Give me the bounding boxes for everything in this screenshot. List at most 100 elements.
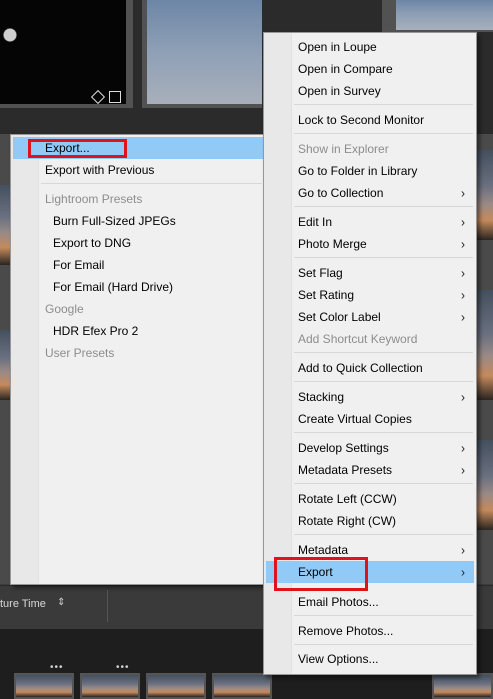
- menu-separator: [41, 183, 262, 184]
- menu-item-metadata[interactable]: Metadata ›: [266, 539, 474, 561]
- menu-item-label: Set Rating: [298, 288, 355, 302]
- photo-thumbnail[interactable]: [477, 440, 493, 530]
- menu-separator: [294, 534, 473, 535]
- chevron-right-icon: ›: [461, 389, 465, 405]
- menu-item-label: User Presets: [45, 346, 115, 360]
- menu-item-label: Show in Explorer: [298, 142, 389, 156]
- menu-item-burn-full-sized-jpegs[interactable]: Burn Full-Sized JPEGs: [13, 210, 263, 232]
- menu-item-rotate-left[interactable]: Rotate Left (CCW): [266, 488, 474, 510]
- chevron-right-icon: ›: [461, 214, 465, 230]
- menu-separator: [294, 257, 473, 258]
- menu-item-label: Remove Photos...: [298, 624, 394, 638]
- menu-item-label: For Email (Hard Drive): [53, 280, 174, 294]
- menu-item-for-email[interactable]: For Email: [13, 254, 263, 276]
- menu-item-set-flag[interactable]: Set Flag ›: [266, 262, 474, 284]
- menu-separator: [294, 104, 473, 105]
- photo-thumbnail[interactable]: [477, 290, 493, 400]
- menu-item-develop-settings[interactable]: Develop Settings ›: [266, 437, 474, 459]
- photo-thumbnail[interactable]: [0, 330, 10, 400]
- chevron-right-icon: ›: [461, 440, 465, 456]
- menu-header-user-presets: User Presets: [13, 342, 263, 364]
- menu-item-export[interactable]: Export...: [13, 137, 263, 159]
- filmstrip-thumbnail[interactable]: [80, 673, 140, 699]
- filmstrip-thumbnail[interactable]: [14, 673, 74, 699]
- menu-separator: [294, 381, 473, 382]
- chevron-right-icon: ›: [461, 462, 465, 478]
- menu-item-label: Burn Full-Sized JPEGs: [53, 214, 176, 228]
- sort-label[interactable]: ture Time: [0, 598, 46, 610]
- photo-thumbnail[interactable]: [477, 150, 493, 240]
- menu-separator: [294, 352, 473, 353]
- edit-badge-icon: [109, 91, 121, 103]
- menu-item-add-shortcut-keyword: Add Shortcut Keyword: [266, 328, 474, 350]
- filmstrip-thumbnail[interactable]: [432, 673, 493, 699]
- menu-item-create-virtual-copies[interactable]: Create Virtual Copies: [266, 408, 474, 430]
- menu-item-edit-in[interactable]: Edit In ›: [266, 211, 474, 233]
- menu-item-label: Open in Loupe: [298, 40, 377, 54]
- menu-item-stacking[interactable]: Stacking ›: [266, 386, 474, 408]
- menu-item-hdr-efex-pro-2[interactable]: HDR Efex Pro 2: [13, 320, 263, 342]
- chevron-right-icon: ›: [461, 185, 465, 201]
- menu-item-show-in-explorer: Show in Explorer: [266, 138, 474, 160]
- menu-item-export-with-previous[interactable]: Export with Previous: [13, 159, 263, 181]
- menu-item-go-to-folder-in-library[interactable]: Go to Folder in Library: [266, 160, 474, 182]
- menu-item-remove-photos[interactable]: Remove Photos...: [266, 620, 474, 642]
- menu-item-set-rating[interactable]: Set Rating ›: [266, 284, 474, 306]
- filmstrip-thumbnail[interactable]: [146, 673, 206, 699]
- chevron-right-icon: ›: [461, 564, 465, 580]
- photo-thumbnail[interactable]: [396, 0, 493, 30]
- chevron-right-icon: ›: [461, 236, 465, 252]
- menu-separator: [294, 206, 473, 207]
- menu-item-label: Metadata: [298, 543, 349, 557]
- chevron-right-icon: ›: [461, 309, 465, 325]
- menu-separator: [294, 432, 473, 433]
- menu-item-label: Google: [45, 302, 84, 316]
- menu-item-label: Open in Survey: [298, 84, 381, 98]
- menu-item-view-options[interactable]: View Options...: [266, 648, 474, 670]
- menu-item-lock-to-second-monitor[interactable]: Lock to Second Monitor: [266, 109, 474, 131]
- menu-item-label: Lightroom Presets: [45, 192, 143, 206]
- menu-item-label: Develop Settings: [298, 441, 389, 455]
- menu-item-go-to-collection[interactable]: Go to Collection ›: [266, 182, 474, 204]
- export-submenu: Export... Export with Previous Lightroom…: [10, 134, 266, 585]
- menu-item-label: Set Flag: [298, 266, 343, 280]
- menu-header-google: Google: [13, 298, 263, 320]
- menu-item-open-in-compare[interactable]: Open in Compare: [266, 58, 474, 80]
- photo-thumbnail[interactable]: [0, 0, 126, 104]
- menu-item-label: View Options...: [298, 652, 379, 666]
- chevron-right-icon: ›: [461, 542, 465, 558]
- menu-item-label: Export with Previous: [45, 163, 155, 177]
- filmstrip-thumbnail[interactable]: [212, 673, 272, 699]
- menu-item-export[interactable]: Export ›: [266, 561, 474, 583]
- menu-item-label: Open in Compare: [298, 62, 393, 76]
- photo-thumbnail[interactable]: [0, 185, 10, 265]
- menu-item-open-in-loupe[interactable]: Open in Loupe: [266, 36, 474, 58]
- menu-item-photo-merge[interactable]: Photo Merge ›: [266, 233, 474, 255]
- sort-direction-icon[interactable]: ⇕: [57, 597, 65, 608]
- menu-item-for-email-hard-drive[interactable]: For Email (Hard Drive): [13, 276, 263, 298]
- menu-item-label: Export...: [45, 141, 90, 155]
- photo-thumbnail[interactable]: [147, 0, 262, 104]
- menu-item-label: Add to Quick Collection: [298, 361, 423, 375]
- menu-item-metadata-presets[interactable]: Metadata Presets ›: [266, 459, 474, 481]
- menu-item-label: Email Photos...: [298, 595, 379, 609]
- menu-item-export-to-dng[interactable]: Export to DNG: [13, 232, 263, 254]
- menu-item-label: Stacking: [298, 390, 345, 404]
- menu-item-label: Metadata Presets: [298, 463, 393, 477]
- menu-item-rotate-right[interactable]: Rotate Right (CW): [266, 510, 474, 532]
- menu-item-add-to-quick-collection[interactable]: Add to Quick Collection: [266, 357, 474, 379]
- menu-separator: [294, 615, 473, 616]
- menu-item-label: Edit In: [298, 215, 333, 229]
- menu-item-set-color-label[interactable]: Set Color Label ›: [266, 306, 474, 328]
- menu-item-label: Rotate Right (CW): [298, 514, 397, 528]
- menu-item-label: Export: [298, 565, 333, 579]
- thumbnail-badge-dots: •••: [116, 662, 130, 673]
- menu-item-email-photos[interactable]: Email Photos...: [266, 591, 474, 613]
- menu-separator: [294, 644, 473, 645]
- menu-item-label: Set Color Label: [298, 310, 381, 324]
- toolbar-divider: [107, 590, 108, 622]
- menu-item-open-in-survey[interactable]: Open in Survey: [266, 80, 474, 102]
- menu-separator: [294, 133, 473, 134]
- thumbnail-badge-dots: •••: [50, 662, 64, 673]
- menu-item-label: Rotate Left (CCW): [298, 492, 397, 506]
